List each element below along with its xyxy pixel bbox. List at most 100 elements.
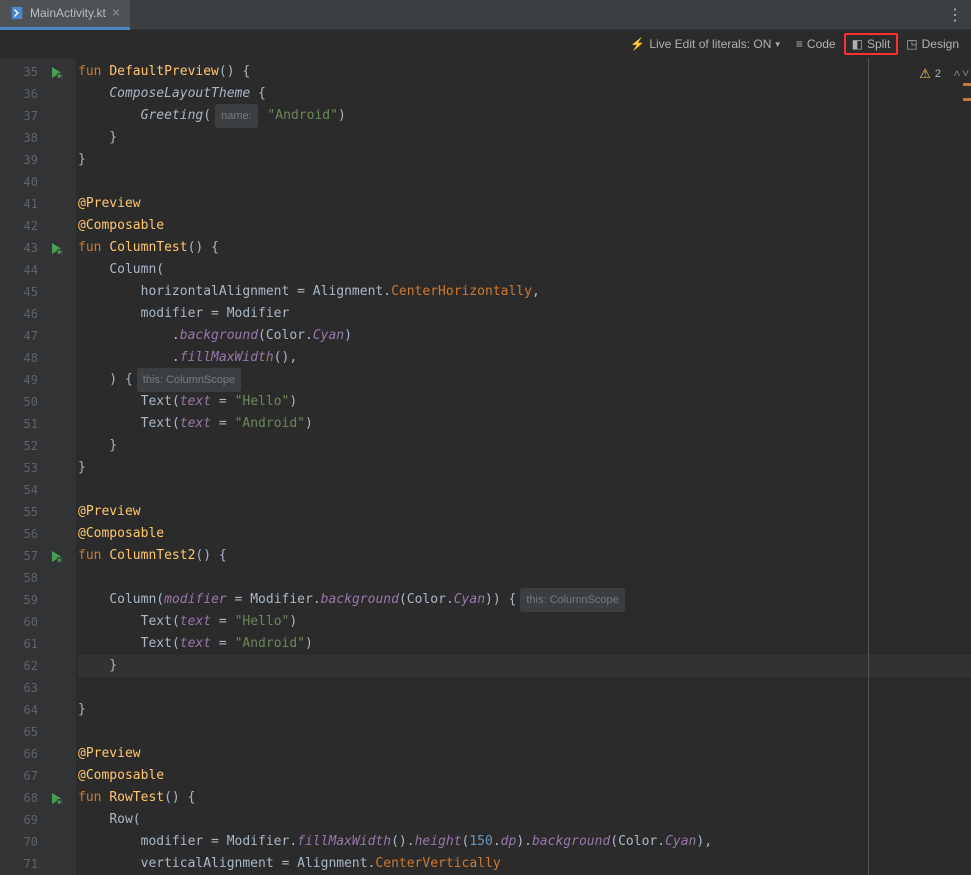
code-line[interactable]: }	[78, 435, 971, 457]
line-number[interactable]: 47	[0, 325, 38, 347]
line-number[interactable]: 65	[0, 721, 38, 743]
line-number[interactable]: 59	[0, 589, 38, 611]
code-line[interactable]: }	[78, 149, 971, 171]
code-line[interactable]: verticalAlignment = Alignment.CenterVert…	[78, 853, 971, 875]
line-number[interactable]: 60	[0, 611, 38, 633]
code-view-button[interactable]: ≡ Code	[790, 35, 842, 53]
code-line[interactable]: @Preview	[78, 193, 971, 215]
line-number[interactable]: 48	[0, 347, 38, 369]
line-number[interactable]: 43	[0, 237, 38, 259]
line-number[interactable]: 58	[0, 567, 38, 589]
line-number[interactable]: 54	[0, 479, 38, 501]
line-number[interactable]: 44	[0, 259, 38, 281]
code-line[interactable]: }	[78, 127, 971, 149]
line-number[interactable]: 66	[0, 743, 38, 765]
line-number[interactable]: 50	[0, 391, 38, 413]
code-line[interactable]: Text(text = "Hello")	[78, 391, 971, 413]
code-line[interactable]	[78, 479, 971, 501]
code-line[interactable]: fun ColumnTest2() {	[78, 545, 971, 567]
line-number[interactable]: 40	[0, 171, 38, 193]
code-line[interactable]: }	[78, 699, 971, 721]
file-tab[interactable]: MainActivity.kt ×	[0, 0, 130, 30]
code-line[interactable]	[78, 677, 971, 699]
line-number[interactable]: 35	[0, 61, 38, 83]
line-number[interactable]: 39	[0, 149, 38, 171]
code-line[interactable]: modifier = Modifier.fillMaxWidth().heigh…	[78, 831, 971, 853]
split-view-label: Split	[867, 37, 890, 51]
line-gutter[interactable]: 3536373839404142434445464748495051525354…	[0, 58, 48, 875]
stripe-mark[interactable]	[963, 83, 971, 86]
code-line[interactable]: Column(modifier = Modifier.background(Co…	[78, 589, 971, 611]
preview-divider[interactable]	[868, 58, 869, 875]
run-gutter-icon[interactable]	[50, 792, 63, 805]
line-number[interactable]: 69	[0, 809, 38, 831]
code-line[interactable]: Greeting(name: "Android")	[78, 105, 971, 127]
code-line[interactable]: fun RowTest() {	[78, 787, 971, 809]
line-number[interactable]: 62	[0, 655, 38, 677]
code-line[interactable]	[78, 567, 971, 589]
code-area[interactable]: fun DefaultPreview() { ComposeLayoutThem…	[76, 58, 971, 875]
line-number[interactable]: 37	[0, 105, 38, 127]
code-line[interactable]: Text(text = "Hello")	[78, 611, 971, 633]
line-number[interactable]: 53	[0, 457, 38, 479]
code-line[interactable]: @Preview	[78, 501, 971, 523]
line-number[interactable]: 45	[0, 281, 38, 303]
split-view-button[interactable]: ◧ Split	[844, 33, 899, 55]
line-number[interactable]: 51	[0, 413, 38, 435]
code-line[interactable]: Text(text = "Android")	[78, 633, 971, 655]
line-number[interactable]: 55	[0, 501, 38, 523]
code-line[interactable]: .fillMaxWidth(),	[78, 347, 971, 369]
code-line[interactable]	[78, 171, 971, 193]
line-number[interactable]: 71	[0, 853, 38, 875]
error-stripe[interactable]	[961, 58, 971, 875]
line-number[interactable]: 46	[0, 303, 38, 325]
code-line[interactable]: modifier = Modifier	[78, 303, 971, 325]
live-edit-toggle[interactable]: ⚡ Live Edit of literals: ON ▾	[630, 37, 780, 51]
line-number[interactable]: 57	[0, 545, 38, 567]
fold-strip[interactable]	[64, 58, 76, 875]
warning-count: 2	[935, 68, 941, 80]
tab-bar: MainActivity.kt × ⋮	[0, 0, 971, 30]
code-line[interactable]	[78, 721, 971, 743]
code-line[interactable]: }	[78, 457, 971, 479]
code-line[interactable]: ) {this: ColumnScope	[78, 369, 971, 391]
code-line[interactable]: fun DefaultPreview() {	[78, 61, 971, 83]
line-number[interactable]: 70	[0, 831, 38, 853]
code-line[interactable]: Row(	[78, 809, 971, 831]
code-line[interactable]: @Composable	[78, 215, 971, 237]
line-number[interactable]: 63	[0, 677, 38, 699]
line-number[interactable]: 64	[0, 699, 38, 721]
warning-icon: ⚠	[919, 66, 931, 82]
problems-badge[interactable]: ⚠ 2	[919, 66, 941, 82]
more-icon[interactable]: ⋮	[947, 5, 963, 24]
line-number[interactable]: 56	[0, 523, 38, 545]
tab-bar-menu[interactable]: ⋮	[947, 5, 971, 24]
nav-up-icon[interactable]: ˄	[953, 66, 960, 81]
code-line[interactable]: @Composable	[78, 523, 971, 545]
code-line[interactable]: @Composable	[78, 765, 971, 787]
parameter-hint: this: ColumnScope	[520, 588, 624, 612]
run-gutter-icon[interactable]	[50, 242, 63, 255]
line-number[interactable]: 52	[0, 435, 38, 457]
code-line[interactable]: .background(Color.Cyan)	[78, 325, 971, 347]
line-number[interactable]: 41	[0, 193, 38, 215]
line-number[interactable]: 49	[0, 369, 38, 391]
code-line[interactable]: ComposeLayoutTheme {	[78, 83, 971, 105]
line-number[interactable]: 61	[0, 633, 38, 655]
code-line[interactable]: Text(text = "Android")	[78, 413, 971, 435]
code-line[interactable]: fun ColumnTest() {	[78, 237, 971, 259]
line-number[interactable]: 42	[0, 215, 38, 237]
line-number[interactable]: 67	[0, 765, 38, 787]
close-icon[interactable]: ×	[112, 5, 120, 21]
line-number[interactable]: 68	[0, 787, 38, 809]
line-number[interactable]: 38	[0, 127, 38, 149]
design-view-button[interactable]: ◳ Design	[900, 35, 965, 53]
code-line[interactable]: horizontalAlignment = Alignment.CenterHo…	[78, 281, 971, 303]
code-line[interactable]: Column(	[78, 259, 971, 281]
run-gutter-icon[interactable]	[50, 66, 63, 79]
code-line[interactable]: @Preview	[78, 743, 971, 765]
run-gutter-icon[interactable]	[50, 550, 63, 563]
code-line[interactable]: }	[78, 655, 971, 677]
line-number[interactable]: 36	[0, 83, 38, 105]
stripe-mark[interactable]	[963, 98, 971, 101]
